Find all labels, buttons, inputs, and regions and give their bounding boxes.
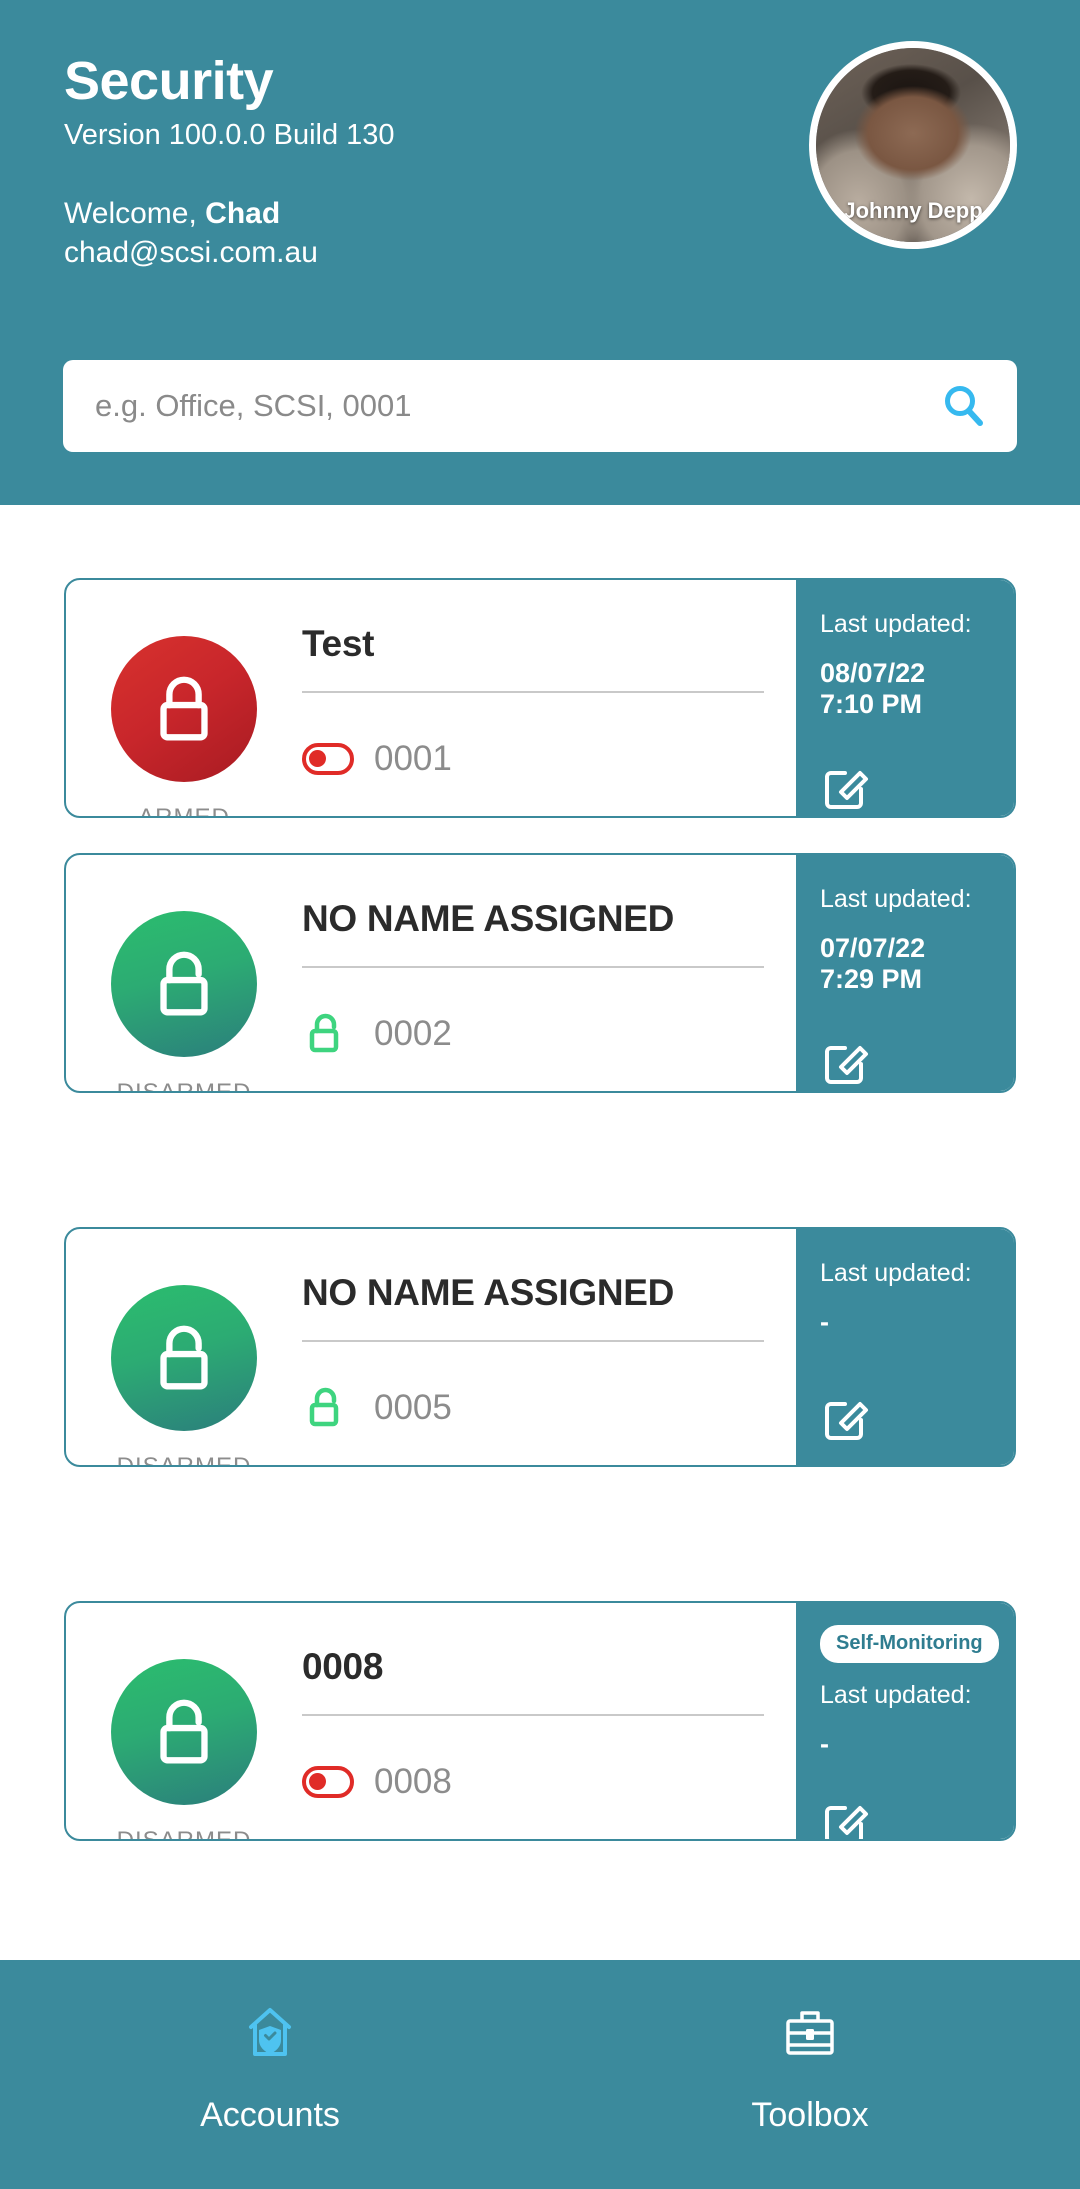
account-info: NO NAME ASSIGNED 0005 [302, 1255, 796, 1465]
open-padlock-icon[interactable] [111, 911, 257, 1057]
open-padlock-icon[interactable] [111, 1659, 257, 1805]
status-badge: DISARMED [116, 1453, 252, 1467]
toggle-knob [309, 750, 326, 768]
account-title: NO NAME ASSIGNED [302, 898, 675, 939]
account-card-side: Last updated: 07/07/22 7:29 PM [796, 855, 1014, 1091]
account-row[interactable]: 0005 [302, 1382, 764, 1434]
user-name: Chad [205, 197, 281, 231]
account-card-side: Self-Monitoring Last updated: - [796, 1603, 1014, 1839]
last-updated-label: Last updated: [820, 885, 972, 913]
account-title: NO NAME ASSIGNED [302, 1272, 675, 1313]
home-shield-icon [239, 1996, 301, 2068]
status-badge: ARMED [138, 804, 230, 818]
toggle-off-icon[interactable] [302, 1765, 358, 1798]
avatar[interactable]: Johnny Depp [809, 41, 1017, 249]
avatar-name-label: Johnny Depp [843, 198, 983, 223]
welcome-prefix: Welcome, [64, 197, 206, 231]
account-card-main: ARMED Test 0001 Self Monitoring [66, 580, 796, 816]
account-info: Test 0001 Self Monitoring [302, 606, 796, 816]
account-info: NO NAME ASSIGNED 0002 [302, 881, 796, 1091]
search-icon[interactable] [939, 382, 987, 430]
account-row-label: 0005 [374, 1387, 452, 1427]
open-padlock-icon[interactable] [302, 1385, 358, 1431]
nav-item-toolbox[interactable]: Toolbox [540, 1960, 1080, 2189]
edit-pencil-icon[interactable] [820, 759, 874, 813]
app-header: Security Version 100.0.0 Build 130 Welco… [0, 0, 1080, 505]
search-bar[interactable] [63, 360, 1017, 452]
account-card[interactable]: DISARMED NO NAME ASSIGNED 0002 Last upda… [64, 853, 1016, 1093]
last-updated-time: 7:29 PM [820, 964, 923, 995]
status-badge: DISARMED [116, 1079, 252, 1093]
account-row[interactable]: 0008 [302, 1756, 764, 1808]
account-card[interactable]: DISARMED NO NAME ASSIGNED 0005 Last upda… [64, 1227, 1016, 1467]
account-card-side: Last updated: 08/07/22 7:10 PM [796, 580, 1014, 816]
account-row-label: 0002 [374, 1013, 452, 1053]
open-padlock-icon[interactable] [111, 1285, 257, 1431]
toggle-off-icon[interactable] [302, 742, 358, 775]
closed-padlock-icon[interactable] [111, 636, 257, 782]
divider [302, 1713, 764, 1716]
last-updated-date: - [820, 1728, 829, 1759]
last-updated-date: - [820, 1306, 829, 1337]
account-title: 0008 [302, 1646, 384, 1687]
account-card-side: Last updated: - [796, 1229, 1014, 1465]
edit-pencil-icon[interactable] [820, 1390, 874, 1444]
account-card[interactable]: ARMED Test 0001 Self Monitoring [64, 578, 1016, 818]
last-updated-time: 7:10 PM [820, 689, 923, 720]
account-row[interactable]: 0001 [302, 733, 764, 785]
last-updated-date: 08/07/22 [820, 657, 926, 688]
edit-pencil-icon[interactable] [820, 1794, 874, 1839]
account-title: Test [302, 623, 375, 664]
nav-item-accounts[interactable]: Accounts [0, 1960, 540, 2189]
status-badge: DISARMED [116, 1827, 252, 1841]
last-updated-label: Last updated: [820, 1681, 972, 1709]
account-card-main: DISARMED 0008 0008 SCSI Sales Team [66, 1603, 796, 1839]
divider [302, 965, 764, 968]
toggle-switch[interactable] [302, 1765, 354, 1798]
last-updated-date: 07/07/22 [820, 932, 926, 963]
account-card-main: DISARMED NO NAME ASSIGNED 0002 [66, 855, 796, 1091]
open-padlock-icon[interactable] [302, 1011, 358, 1057]
last-updated-label: Last updated: [820, 610, 972, 638]
search-input[interactable] [95, 388, 939, 424]
briefcase-icon [779, 1996, 841, 2068]
last-updated-label: Last updated: [820, 1259, 972, 1287]
armed-status-block: DISARMED [66, 881, 302, 1093]
account-card-main: DISARMED NO NAME ASSIGNED 0005 [66, 1229, 796, 1465]
nav-label-accounts: Accounts [200, 2096, 340, 2134]
armed-status-block: DISARMED [66, 1629, 302, 1841]
account-row[interactable]: 0002 [302, 1008, 764, 1060]
divider [302, 1339, 764, 1342]
divider [302, 690, 764, 693]
bottom-navigation: Accounts Toolbox [0, 1960, 1080, 2189]
account-row-label: 0001 [374, 738, 452, 778]
account-row-label: 0008 [374, 1761, 452, 1801]
armed-status-block: DISARMED [66, 1255, 302, 1467]
toggle-switch[interactable] [302, 742, 354, 775]
self-monitoring-badge: Self-Monitoring [820, 1625, 999, 1663]
account-card[interactable]: DISARMED 0008 0008 SCSI Sales Team [64, 1601, 1016, 1841]
edit-pencil-icon[interactable] [820, 1034, 874, 1088]
nav-label-toolbox: Toolbox [751, 2096, 869, 2134]
account-card-list[interactable]: ARMED Test 0001 Self Monitoring [0, 505, 1080, 1960]
account-info: 0008 0008 SCSI Sales Team [302, 1629, 796, 1839]
armed-status-block: ARMED [66, 606, 302, 818]
toggle-knob [309, 1773, 326, 1791]
